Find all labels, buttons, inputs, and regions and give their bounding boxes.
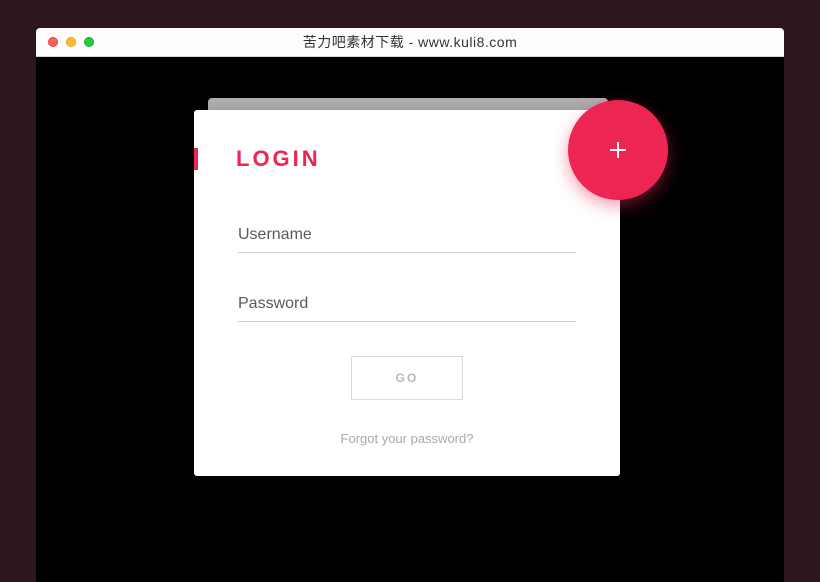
window-minimize-button[interactable] (66, 37, 76, 47)
forgot-password-link[interactable]: Forgot your password? (341, 431, 474, 446)
browser-window: 苦力吧素材下载 - www.kuli8.com LOGIN (36, 28, 784, 582)
add-button[interactable] (568, 100, 668, 200)
login-title: LOGIN (236, 146, 321, 172)
titlebar: 苦力吧素材下载 - www.kuli8.com (36, 28, 784, 57)
go-button[interactable]: GO (351, 356, 464, 400)
plus-icon (606, 138, 630, 162)
login-form: GO Forgot your password? (194, 172, 620, 448)
password-field-wrap (238, 287, 576, 322)
window-title: 苦力吧素材下载 - www.kuli8.com (36, 32, 784, 52)
window-close-button[interactable] (48, 37, 58, 47)
password-input[interactable] (238, 287, 576, 322)
login-card: LOGIN GO Forgot your password? (194, 110, 620, 476)
submit-row: GO (238, 356, 576, 400)
card-accent-bar (194, 148, 198, 170)
viewport: LOGIN GO Forgot your password? (36, 57, 784, 582)
card-header: LOGIN (194, 110, 620, 172)
window-zoom-button[interactable] (84, 37, 94, 47)
username-input[interactable] (238, 218, 576, 253)
forgot-row: Forgot your password? (238, 430, 576, 448)
traffic-lights (48, 37, 94, 47)
username-field-wrap (238, 218, 576, 253)
